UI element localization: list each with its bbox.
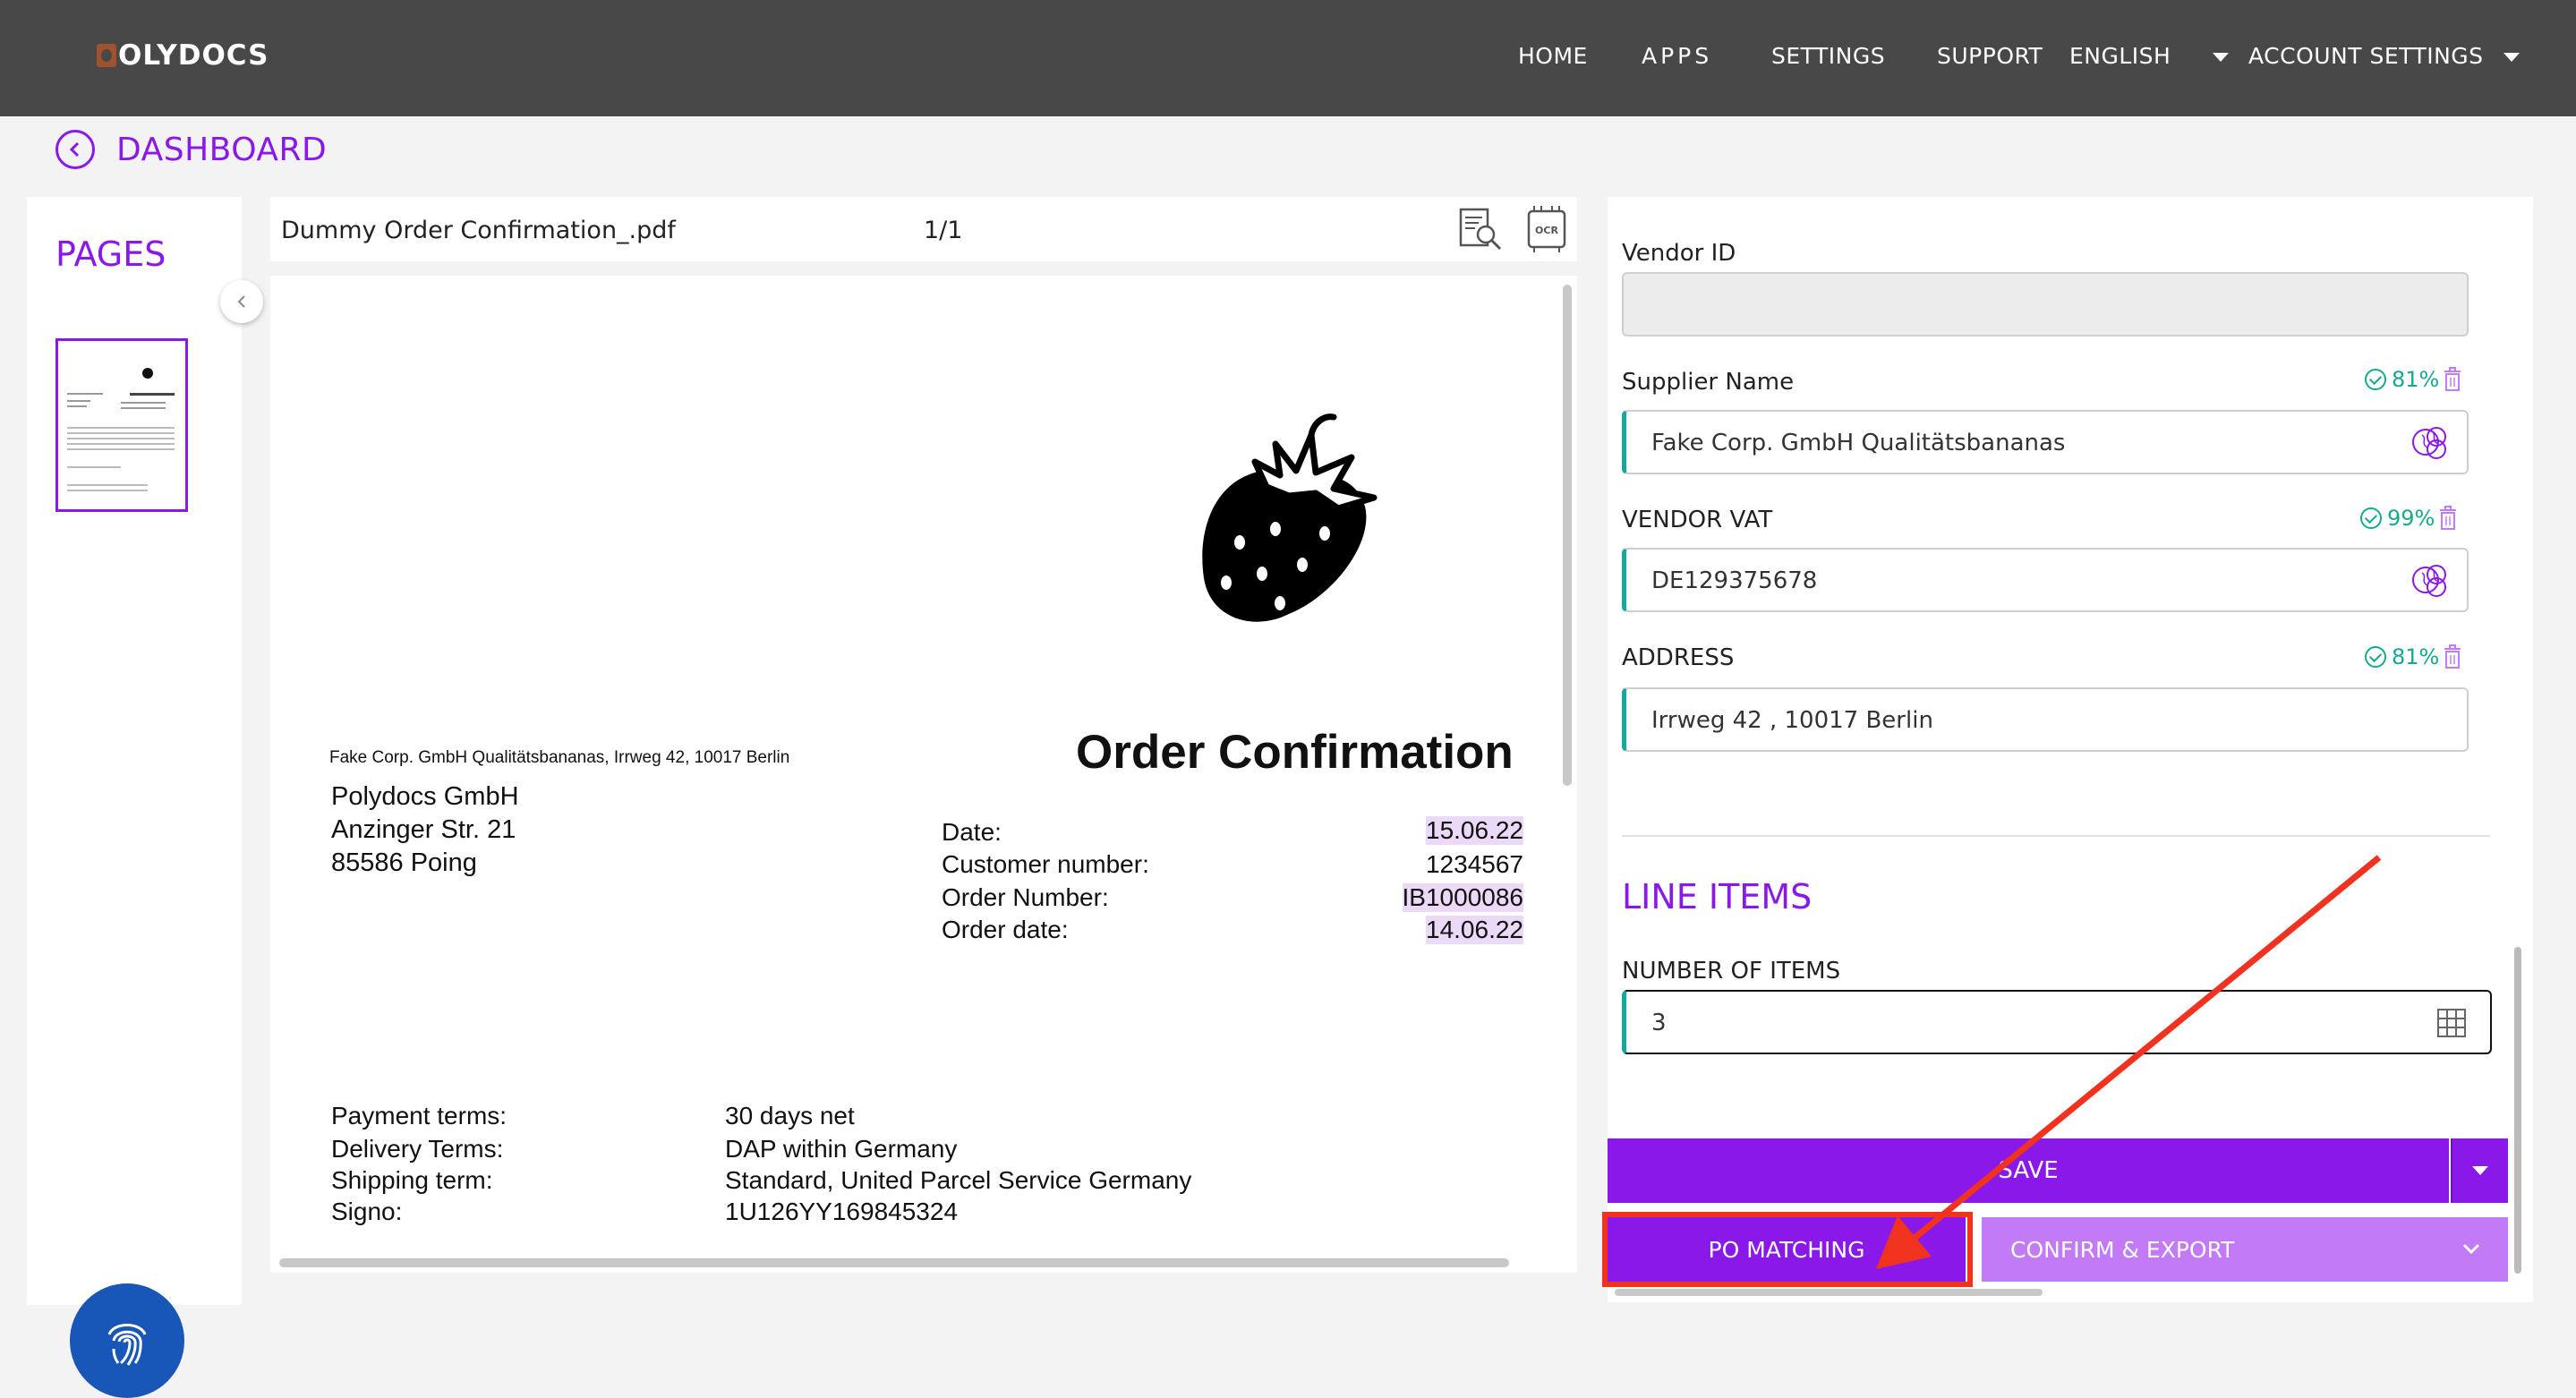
supplier-name-label: Supplier Name — [1622, 369, 1795, 396]
section-divider — [1622, 835, 2490, 837]
chevron-down-icon — [2212, 53, 2229, 62]
panel-horizontal-scrollbar[interactable] — [1615, 1289, 2043, 1296]
strawberry-logo — [1202, 413, 1378, 622]
save-button[interactable]: SAVE — [1608, 1138, 2449, 1203]
vendor-id-field[interactable] — [1622, 272, 2469, 337]
vendor-id-label: Vendor ID — [1622, 240, 1736, 267]
pages-title: PAGES — [55, 234, 166, 274]
number-of-items-value: 3 — [1651, 1010, 1667, 1036]
annotation-highlight-box — [1602, 1212, 1973, 1287]
vendor-vat-label: VENDOR VAT — [1622, 507, 1773, 533]
nav-home[interactable]: HOME — [1518, 43, 1588, 69]
chevron-down-icon — [2503, 53, 2521, 62]
language-label: ENGLISH — [2069, 43, 2171, 69]
back-arrow-icon — [55, 130, 95, 169]
line-items-title: LINE ITEMS — [1622, 877, 1813, 916]
horizontal-scrollbar[interactable] — [279, 1258, 1509, 1267]
sender-line: Fake Corp. GmbH Qualitätsbananas, Irrweg… — [329, 748, 790, 767]
address-confidence: 81% — [2365, 644, 2462, 669]
recipient-line: Polydocs GmbH — [331, 782, 519, 811]
account-settings-label: ACCOUNT SETTINGS — [2248, 43, 2484, 69]
terms-label: Delivery Terms: — [331, 1135, 504, 1163]
chevron-down-icon — [2472, 1166, 2488, 1175]
recipient-line: Anzinger Str. 21 — [331, 815, 516, 844]
supplier-name-field[interactable]: Fake Corp. GmbH Qualitätsbananas — [1622, 410, 2469, 474]
supplier-name-confidence: 81% — [2365, 367, 2462, 392]
meta-value: IB1000086 — [1402, 883, 1523, 912]
number-of-items-label: NUMBER OF ITEMS — [1622, 958, 1841, 985]
meta-label: Date: — [942, 818, 1002, 846]
check-circle-icon — [2360, 507, 2382, 529]
language-dropdown[interactable]: ENGLISH — [2069, 43, 2229, 69]
terms-label: Shipping term: — [331, 1166, 493, 1194]
vendor-vat-confidence: 99% — [2360, 506, 2458, 531]
top-navbar: OLYDOCS HOME APPS SETTINGS SUPPORT ENGLI… — [0, 0, 2576, 116]
number-of-items-field[interactable]: 3 — [1622, 990, 2492, 1054]
confirm-export-button[interactable]: CONFIRM & EXPORT — [1982, 1217, 2508, 1282]
confirm-export-label: CONFIRM & EXPORT — [2010, 1236, 2235, 1263]
ocr-icon[interactable]: OCR — [1522, 204, 1572, 254]
confidence-value: 99% — [2387, 506, 2435, 531]
trash-icon[interactable] — [2443, 367, 2462, 392]
trash-icon[interactable] — [2443, 644, 2462, 669]
save-dropdown-button[interactable] — [2451, 1138, 2508, 1203]
fuzzy-brain-icon[interactable] — [2406, 421, 2451, 465]
terms-value: DAP within Germany — [725, 1135, 958, 1163]
document-search-icon[interactable] — [1455, 204, 1506, 254]
document-viewer[interactable]: Fake Corp. GmbH Qualitätsbananas, Irrweg… — [270, 276, 1577, 1273]
page-thumbnail[interactable] — [55, 338, 188, 512]
terms-label: Payment terms: — [331, 1102, 508, 1129]
chevron-left-icon — [237, 295, 245, 308]
address-label: ADDRESS — [1622, 644, 1735, 671]
recipient-line: 85586 Poing — [331, 848, 477, 877]
document-heading: Order Confirmation — [1076, 726, 1514, 779]
meta-value: 15.06.22 — [1426, 816, 1523, 845]
table-grid-icon[interactable] — [2436, 1008, 2467, 1038]
document-filename: Dummy Order Confirmation_.pdf — [281, 217, 676, 244]
terms-value: 1U126YY169845324 — [725, 1198, 959, 1225]
fingerprint-icon — [107, 1324, 147, 1366]
confidence-value: 81% — [2392, 367, 2440, 392]
polydocs-logo[interactable]: OLYDOCS — [97, 39, 269, 72]
supplier-name-value: Fake Corp. GmbH Qualitätsbananas — [1651, 430, 2066, 456]
page-indicator: 1/1 — [924, 217, 963, 244]
logo-icon — [97, 44, 116, 67]
check-circle-icon — [2365, 369, 2386, 390]
confidence-value: 81% — [2392, 644, 2440, 669]
nav-settings[interactable]: SETTINGS — [1771, 43, 1885, 69]
meta-value: 14.06.22 — [1426, 916, 1523, 944]
meta-value: 1234567 — [1425, 850, 1523, 878]
check-circle-icon — [2365, 646, 2386, 668]
address-value: Irrweg 42 , 10017 Berlin — [1651, 707, 1933, 734]
address-field[interactable]: Irrweg 42 , 10017 Berlin — [1622, 687, 2469, 752]
fingerprint-button[interactable] — [70, 1283, 184, 1398]
terms-label: Signo: — [331, 1198, 403, 1225]
collapse-pages-button[interactable] — [220, 280, 263, 323]
vendor-vat-value: DE129375678 — [1651, 567, 1818, 594]
terms-value: 30 days net — [725, 1102, 855, 1129]
vendor-vat-field[interactable]: DE129375678 — [1622, 548, 2469, 612]
panel-scrollbar[interactable] — [2514, 947, 2521, 1274]
nav-apps[interactable]: APPS — [1642, 43, 1712, 69]
dashboard-label: DASHBOARD — [116, 131, 328, 168]
meta-label: Order date: — [942, 916, 1069, 943]
svg-text:OCR: OCR — [1535, 225, 1558, 236]
nav-support[interactable]: SUPPORT — [1937, 43, 2043, 69]
fuzzy-brain-icon[interactable] — [2406, 558, 2451, 603]
logo-text: OLYDOCS — [118, 39, 269, 72]
vertical-scrollbar[interactable] — [1563, 285, 1572, 786]
meta-label: Order Number: — [942, 883, 1109, 911]
meta-label: Customer number: — [942, 850, 1149, 878]
back-to-dashboard[interactable]: DASHBOARD — [55, 130, 327, 169]
chevron-down-icon — [2462, 1243, 2480, 1255]
trash-icon[interactable] — [2438, 506, 2458, 531]
document-header: Dummy Order Confirmation_.pdf 1/1 OCR — [270, 197, 1577, 261]
terms-value: Standard, United Parcel Service Germany — [725, 1166, 1192, 1194]
account-settings-dropdown[interactable]: ACCOUNT SETTINGS — [2248, 43, 2521, 69]
